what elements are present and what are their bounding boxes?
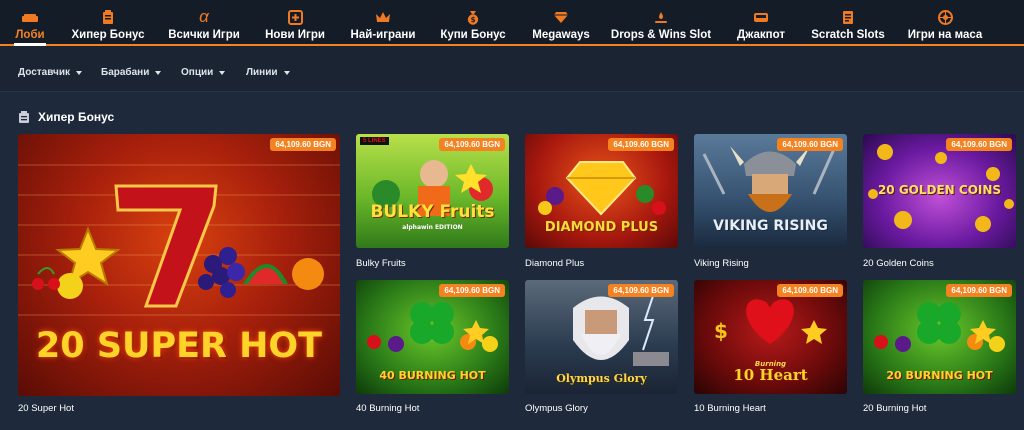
top-navigation: Лоби Хипер Бонус α Всички Игри Нови Игри… xyxy=(0,0,1024,46)
diamond-icon xyxy=(553,6,569,28)
nav-item-hyper-bonus[interactable]: Хипер Бонус xyxy=(71,0,145,46)
jackpot-badge: 64,109.60 BGN xyxy=(777,284,843,297)
game-tile-40-burning-hot[interactable]: 40 BURNING HOT 64,109.60 BGN xyxy=(356,280,509,394)
jackpot-badge: 64,109.60 BGN xyxy=(439,138,505,151)
nav-item-most-played[interactable]: Най-играни xyxy=(350,0,416,46)
nav-label: Нови Игри xyxy=(265,29,325,41)
crown-icon xyxy=(375,6,391,28)
options-label: Опции xyxy=(181,67,214,78)
provider-dropdown[interactable]: Доставчик xyxy=(18,67,82,78)
hyper-bonus-icon xyxy=(102,6,114,28)
nav-item-lobby[interactable]: Лоби xyxy=(14,0,46,46)
nav-item-scratch-slots[interactable]: Scratch Slots xyxy=(811,0,885,46)
game-title[interactable]: Diamond Plus xyxy=(525,258,584,269)
nav-item-all-games[interactable]: α Всички Игри xyxy=(168,0,240,46)
jackpot-badge: 64,109.60 BGN xyxy=(608,138,674,151)
nav-label: Всички Игри xyxy=(168,29,240,41)
game-tile-viking-rising[interactable]: VIKING RISING 64,109.60 BGN xyxy=(694,134,847,248)
nav-label: Scratch Slots xyxy=(811,29,885,41)
chevron-down-icon xyxy=(155,70,162,75)
filter-bar: Доставчик Барабани Опции Линии xyxy=(0,46,1024,92)
game-title[interactable]: 20 Burning Hot xyxy=(863,403,926,414)
scratch-icon xyxy=(842,6,854,28)
game-title[interactable]: 20 Golden Coins xyxy=(863,258,934,269)
nav-label: Хипер Бонус xyxy=(71,29,145,41)
game-logo-text: Olympus Glory xyxy=(556,372,647,385)
nav-item-jackpot[interactable]: Джакпот xyxy=(734,0,788,46)
nav-item-drops-wins[interactable]: Drops & Wins Slot xyxy=(610,0,712,46)
game-logo-text: VIKING RISING xyxy=(713,218,828,234)
reels-dropdown[interactable]: Барабани xyxy=(101,67,162,78)
lines-label: Линии xyxy=(246,67,278,78)
drops-wins-icon xyxy=(653,6,669,28)
coin-bag-icon: $ xyxy=(466,6,480,28)
game-tile-diamond-plus[interactable]: DIAMOND PLUS 64,109.60 BGN xyxy=(525,134,678,248)
game-tile-10-burning-heart[interactable]: $ Burning 10 Heart 64,109.60 BGN xyxy=(694,280,847,394)
game-logo-text: 20 GOLDEN COINS xyxy=(877,183,1002,197)
game-title[interactable]: Bulky Fruits xyxy=(356,258,406,269)
game-title[interactable]: 10 Burning Heart xyxy=(694,403,766,414)
chevron-down-icon xyxy=(219,70,226,75)
game-title[interactable]: 20 Super Hot xyxy=(18,403,74,414)
nav-item-new-games[interactable]: Нови Игри xyxy=(265,0,325,46)
lines-tag: 5 LINES xyxy=(360,137,389,145)
game-logo-text: 20 SUPER HOT xyxy=(35,326,323,366)
jackpot-badge: 64,109.60 BGN xyxy=(270,138,336,151)
jackpot-badge: 64,109.60 BGN xyxy=(608,284,674,297)
nav-item-megaways[interactable]: Megaways xyxy=(530,0,592,46)
game-tile-20-golden-coins[interactable]: 20 GOLDEN COINS 64,109.60 BGN xyxy=(863,134,1016,248)
game-logo-text: 40 BURNING HOT xyxy=(379,369,486,382)
game-tile-20-burning-hot[interactable]: 20 BURNING HOT 64,109.60 BGN xyxy=(863,280,1016,394)
nav-label: Купи Бонус xyxy=(440,29,506,41)
game-title[interactable]: 40 Burning Hot xyxy=(356,403,419,414)
jackpot-badge: 64,109.60 BGN xyxy=(439,284,505,297)
jackpot-badge: 64,109.60 BGN xyxy=(946,284,1012,297)
jackpot-icon xyxy=(753,6,769,28)
section-header: Хипер Бонус xyxy=(18,110,114,124)
game-logo-text: DIAMOND PLUS xyxy=(544,220,659,235)
game-title[interactable]: Olympus Glory xyxy=(525,403,588,414)
sofa-icon xyxy=(22,6,38,28)
hyper-bonus-icon xyxy=(19,110,29,123)
game-tile-20-super-hot[interactable]: 20 SUPER HOT 64,109.60 BGN xyxy=(18,134,340,396)
provider-label: Доставчик xyxy=(18,67,70,78)
chevron-down-icon xyxy=(283,70,290,75)
lines-dropdown[interactable]: Линии xyxy=(246,67,290,78)
game-title[interactable]: Viking Rising xyxy=(694,258,749,269)
alpha-icon: α xyxy=(199,7,209,26)
nav-label: Най-играни xyxy=(350,29,416,41)
nav-label: Игри на маса xyxy=(907,29,983,41)
svg-text:$: $ xyxy=(714,319,728,343)
game-logo-text: 20 BURNING HOT xyxy=(886,369,993,382)
svg-text:$: $ xyxy=(471,16,476,24)
game-logo-text: BULKY Fruits xyxy=(370,202,495,222)
game-tile-olympus-glory[interactable]: Olympus Glory 64,109.60 BGN xyxy=(525,280,678,394)
nav-item-table-games[interactable]: Игри на маса xyxy=(908,0,982,46)
jackpot-badge: 64,109.60 BGN xyxy=(777,138,843,151)
new-plus-icon xyxy=(287,6,303,28)
game-logo-text: 10 Heart xyxy=(733,366,808,384)
nav-label: Лоби xyxy=(15,29,45,41)
game-sublogo-text: alphawin EDITION xyxy=(402,224,463,231)
section-title: Хипер Бонус xyxy=(38,110,115,124)
nav-label: Drops & Wins Slot xyxy=(610,29,712,41)
game-tile-bulky-fruits[interactable]: BULKY Fruits alphawin EDITION 5 LINES 64… xyxy=(356,134,509,248)
nav-label: Джакпот xyxy=(737,29,785,41)
roulette-icon xyxy=(937,6,953,28)
options-dropdown[interactable]: Опции xyxy=(181,67,226,78)
reels-label: Барабани xyxy=(101,67,150,78)
nav-label: Megaways xyxy=(532,29,590,41)
jackpot-badge: 64,109.60 BGN xyxy=(946,138,1012,151)
nav-item-buy-bonus[interactable]: $ Купи Бонус xyxy=(440,0,506,46)
chevron-down-icon xyxy=(75,70,82,75)
